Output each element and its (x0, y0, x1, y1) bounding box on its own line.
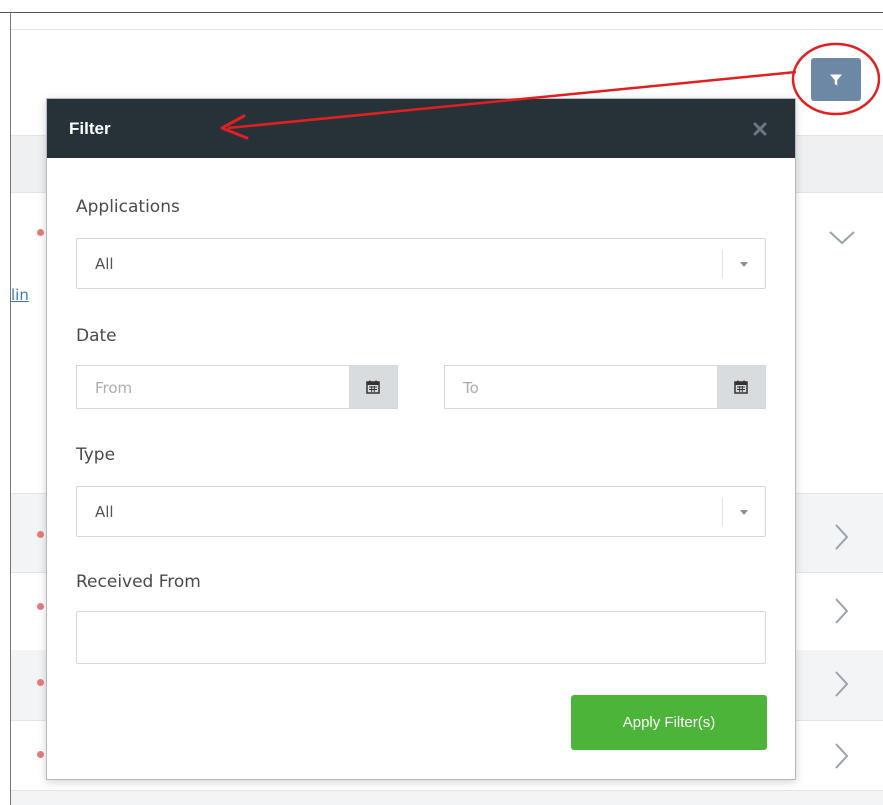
filter-dialog: Filter Applications All Date From To Typ… (46, 98, 796, 780)
type-select[interactable]: All (76, 486, 766, 537)
select-divider (722, 250, 723, 278)
status-dot-icon (37, 679, 44, 686)
received-from-label: Received From (76, 572, 201, 592)
date-label: Date (76, 326, 117, 346)
chevron-right-icon[interactable] (822, 591, 862, 631)
calendar-icon[interactable] (717, 366, 765, 408)
status-dot-icon (37, 229, 44, 236)
applications-select[interactable]: All (76, 238, 766, 289)
date-from-placeholder: From (95, 379, 133, 397)
chevron-down-icon[interactable] (822, 218, 862, 258)
dialog-title: Filter (69, 118, 111, 138)
status-dot-icon (37, 751, 44, 758)
caret-down-icon (738, 507, 750, 517)
dialog-header: Filter (47, 99, 795, 158)
received-from-input[interactable] (76, 611, 766, 664)
date-to-placeholder: To (463, 379, 479, 397)
chevron-right-icon[interactable] (822, 664, 862, 704)
window-top-border (0, 12, 883, 13)
applications-selected-value: All (95, 255, 114, 273)
select-divider (722, 498, 723, 526)
apply-filters-button[interactable]: Apply Filter(s) (571, 695, 767, 750)
chevron-right-icon[interactable] (822, 736, 862, 776)
filter-toggle-button[interactable] (811, 58, 861, 101)
calendar-icon[interactable] (349, 366, 397, 408)
close-icon[interactable] (749, 118, 771, 140)
filter-funnel-icon (829, 73, 843, 87)
screenshot-stage: lin Filter Applications All Date From To… (0, 0, 883, 805)
table-row[interactable] (11, 791, 883, 805)
type-label: Type (76, 445, 116, 465)
chevron-right-icon[interactable] (822, 517, 862, 557)
toolbar-divider (11, 29, 883, 30)
status-dot-icon (37, 531, 44, 538)
type-selected-value: All (95, 503, 114, 521)
status-dot-icon (37, 603, 44, 610)
row-link[interactable]: lin (11, 286, 29, 304)
applications-label: Applications (76, 197, 180, 217)
caret-down-icon (738, 259, 750, 269)
date-to-input[interactable]: To (444, 365, 766, 409)
date-from-input[interactable]: From (76, 365, 398, 409)
